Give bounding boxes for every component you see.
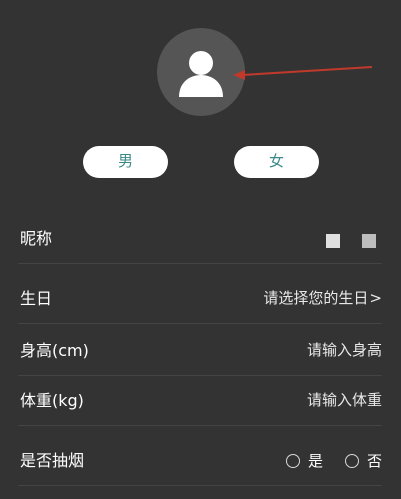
smoking-no-option[interactable]: 否 <box>344 450 382 471</box>
gender-male-button[interactable]: 男 <box>83 146 168 178</box>
height-label: 身高(cm) <box>20 341 89 360</box>
smoking-radio-group: 是 否 <box>285 436 382 485</box>
smoking-row: 是否抽烟 是 否 <box>18 436 382 486</box>
smoking-label: 是否抽烟 <box>20 451 85 470</box>
birthday-placeholder: 请选择您的生日 <box>263 289 369 307</box>
radio-no-label: 否 <box>366 452 382 470</box>
height-input[interactable]: 请输入身高 <box>307 326 382 375</box>
weight-label: 体重(kg) <box>20 391 84 410</box>
color-swatch-light[interactable] <box>326 234 340 248</box>
gender-female-button[interactable]: 女 <box>234 146 319 178</box>
chevron-right-icon: > <box>369 289 382 307</box>
nickname-label: 昵称 <box>20 229 53 248</box>
birthday-row[interactable]: 生日 请选择您的生日> <box>18 274 382 324</box>
smoking-yes-option[interactable]: 是 <box>285 450 323 471</box>
birthday-value[interactable]: 请选择您的生日> <box>263 274 382 323</box>
birthday-label: 生日 <box>20 289 53 308</box>
radio-yes[interactable] <box>285 453 300 468</box>
weight-row[interactable]: 体重(kg) 请输入体重 <box>18 376 382 426</box>
color-swatch-gray[interactable] <box>362 234 376 248</box>
avatar[interactable] <box>157 28 245 116</box>
radio-yes-label: 是 <box>307 452 323 470</box>
nickname-row[interactable]: 昵称 <box>18 214 382 264</box>
weight-input[interactable]: 请输入体重 <box>307 376 382 425</box>
height-row[interactable]: 身高(cm) 请输入身高 <box>18 326 382 376</box>
radio-no[interactable] <box>344 453 359 468</box>
user-icon <box>179 51 223 97</box>
